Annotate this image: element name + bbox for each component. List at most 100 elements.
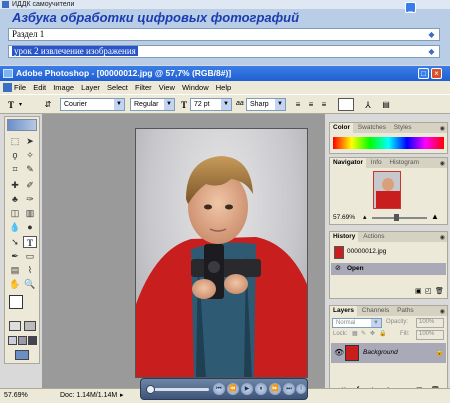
pause-icon[interactable]: ⏸ — [255, 383, 267, 395]
history-snapshot[interactable]: 00000012.jpg — [331, 244, 446, 261]
new-snapshot-icon[interactable]: ◰ — [425, 287, 432, 295]
tab-actions[interactable]: Actions — [360, 232, 387, 242]
align-center-icon[interactable]: ≡ — [305, 99, 317, 111]
zoom-slider[interactable] — [372, 217, 427, 219]
standard-mode-icon[interactable] — [9, 321, 21, 331]
minimize-button[interactable]: _ — [405, 2, 416, 13]
screen-mode-full-menu-icon[interactable] — [18, 336, 27, 345]
marquee-tool-icon[interactable]: ⬚ — [8, 135, 22, 147]
history-item-open[interactable]: ⊘ Open — [331, 263, 446, 275]
play-icon[interactable]: ▶ — [241, 383, 253, 395]
jump-to-imageready-icon[interactable] — [15, 350, 29, 360]
pen-tool-icon[interactable]: ✒ — [8, 250, 22, 262]
navigator-zoom-value[interactable]: 57.69% — [333, 214, 355, 221]
tab-layers[interactable]: Layers — [330, 306, 357, 316]
status-arrow-icon[interactable]: ▸ — [120, 389, 124, 403]
close-button[interactable]: × — [431, 68, 442, 79]
adobe-online-icon[interactable] — [7, 119, 37, 131]
tab-styles[interactable]: Styles — [391, 123, 415, 133]
warp-text-icon[interactable]: ⅄ — [362, 99, 374, 111]
skip-to-end-icon[interactable]: ⏭ — [283, 383, 295, 395]
lock-all-icon[interactable]: 🔒 — [379, 330, 386, 337]
screen-mode-standard-icon[interactable] — [8, 336, 17, 345]
zoom-slider-thumb[interactable] — [394, 214, 399, 221]
font-family-select[interactable]: Courier ▼ — [60, 98, 125, 111]
panel-menu-icon[interactable]: ◉ — [440, 307, 445, 317]
document-image[interactable] — [135, 128, 308, 378]
lock-transparency-icon[interactable]: ▦ — [352, 330, 358, 337]
section-select[interactable]: Раздел 1 ◆ — [8, 28, 440, 41]
menu-layer[interactable]: Layer — [81, 81, 100, 94]
menu-select[interactable]: Select — [107, 81, 128, 94]
hand-tool-icon[interactable]: ✋ — [8, 278, 22, 290]
rewind-icon[interactable]: ⏪ — [227, 383, 239, 395]
font-size-select[interactable]: 72 pt ▼ — [190, 98, 232, 111]
playback-progress-bar[interactable] — [147, 388, 209, 391]
menu-help[interactable]: Help — [216, 81, 231, 94]
panel-menu-icon[interactable]: ◉ — [440, 124, 445, 134]
eraser-tool-icon[interactable]: ◫ — [8, 207, 22, 219]
zoom-in-icon[interactable]: ▲ — [431, 212, 439, 221]
menu-edit[interactable]: Edit — [33, 81, 46, 94]
blend-mode-select[interactable]: Normal ▼ — [332, 318, 382, 328]
text-color-swatch[interactable] — [338, 98, 354, 111]
menu-view[interactable]: View — [159, 81, 175, 94]
brush-tool-icon[interactable]: ✐ — [23, 179, 37, 191]
path-selection-tool-icon[interactable]: ➘ — [8, 236, 22, 248]
align-left-icon[interactable]: ≡ — [292, 99, 304, 111]
text-orientation-icon[interactable]: ⇵ — [42, 99, 54, 111]
tab-channels[interactable]: Channels — [359, 306, 392, 316]
new-document-from-state-icon[interactable]: ▣ — [415, 287, 422, 295]
screen-mode-full-icon[interactable] — [28, 336, 37, 345]
zoom-tool-icon[interactable]: 🔍 — [23, 278, 37, 290]
tab-color[interactable]: Color — [330, 123, 353, 133]
dodge-tool-icon[interactable]: ● — [23, 221, 37, 233]
gradient-tool-icon[interactable]: ▥ — [23, 207, 37, 219]
history-brush-tool-icon[interactable]: ✑ — [23, 193, 37, 205]
tab-navigator[interactable]: Navigator — [330, 158, 366, 168]
layer-row-background[interactable]: 👁 Background 🔒 — [331, 343, 446, 363]
move-tool-icon[interactable]: ➤ — [23, 135, 37, 147]
lock-pixels-icon[interactable]: ✎ — [361, 330, 366, 337]
menu-window[interactable]: Window — [182, 81, 209, 94]
info-icon[interactable]: i — [296, 384, 306, 394]
foreground-color-swatch[interactable] — [9, 295, 23, 309]
playback-progress-thumb[interactable] — [146, 385, 155, 394]
type-tool-icon[interactable]: T — [23, 236, 37, 248]
tab-paths[interactable]: Paths — [394, 306, 417, 316]
status-zoom[interactable]: 57.69% — [4, 389, 28, 403]
font-style-select[interactable]: Regular ▼ — [130, 98, 175, 111]
preset-dropdown-icon[interactable]: ▾ — [19, 101, 22, 108]
slice-tool-icon[interactable]: ✎ — [23, 163, 37, 175]
tab-history[interactable]: History — [330, 232, 359, 242]
shape-tool-icon[interactable]: ▭ — [23, 250, 37, 262]
lesson-select[interactable]: урок 2 извлечение изображения ◆ — [8, 45, 440, 58]
skip-to-start-icon[interactable]: ⏮ — [213, 383, 225, 395]
healing-brush-tool-icon[interactable]: ✚ — [8, 179, 22, 191]
blur-tool-icon[interactable]: 💧 — [8, 221, 22, 233]
fill-field[interactable]: 100% — [416, 330, 444, 340]
menu-filter[interactable]: Filter — [135, 81, 152, 94]
eye-icon[interactable]: 👁 — [334, 348, 344, 357]
menu-file[interactable]: File — [14, 81, 26, 94]
section-dropdown-arrow-icon[interactable]: ◆ — [427, 30, 436, 39]
tab-histogram[interactable]: Histogram — [386, 158, 422, 168]
crop-tool-icon[interactable]: ⌗ — [8, 163, 22, 175]
eyedropper-tool-icon[interactable]: ⌇ — [23, 264, 37, 276]
magic-wand-tool-icon[interactable]: ✧ — [23, 149, 37, 161]
zoom-out-icon[interactable]: ▴ — [363, 213, 367, 221]
antialias-select[interactable]: Sharp ▼ — [246, 98, 286, 111]
color-spectrum-bar[interactable] — [333, 137, 444, 149]
history-brush-source-icon[interactable]: ⊘ — [335, 264, 341, 272]
type-tool-preset-icon[interactable]: T — [5, 99, 17, 111]
quick-mask-icon[interactable] — [24, 321, 36, 331]
delete-state-icon[interactable]: 🗑 — [435, 287, 444, 295]
panel-menu-icon[interactable]: ◉ — [440, 233, 445, 243]
lock-position-icon[interactable]: ✥ — [370, 330, 375, 337]
align-right-icon[interactable]: ≡ — [318, 99, 330, 111]
notes-tool-icon[interactable]: ▤ — [8, 264, 22, 276]
palettes-toggle-icon[interactable]: ▤ — [380, 99, 392, 111]
lasso-tool-icon[interactable]: ϙ — [8, 149, 22, 161]
clone-stamp-tool-icon[interactable]: ♣ — [8, 193, 22, 205]
tab-swatches[interactable]: Swatches — [355, 123, 389, 133]
